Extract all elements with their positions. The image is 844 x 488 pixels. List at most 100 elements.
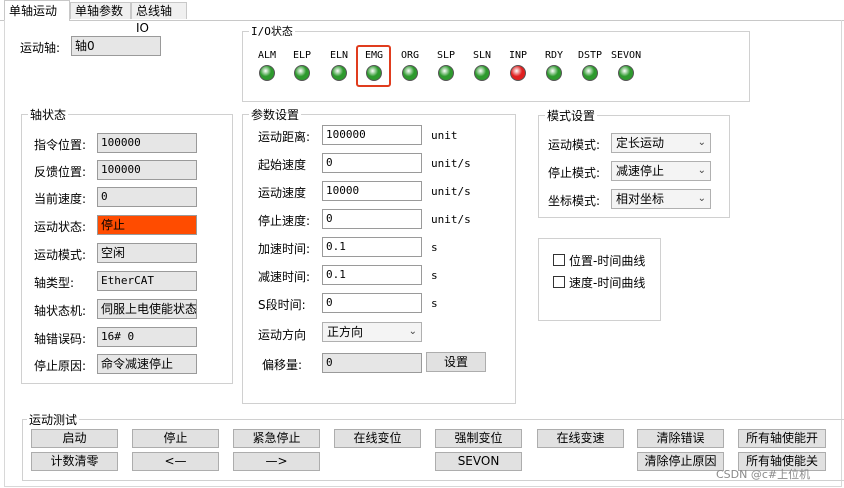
param-input-3[interactable]: 0: [322, 209, 422, 229]
curve-label-1: 速度-时间曲线: [569, 276, 646, 290]
motion-button-6[interactable]: 清除错误: [637, 429, 724, 448]
param-label-3: 停止速度:: [258, 214, 311, 228]
param-unit-5: s: [431, 269, 438, 282]
io-label-sln: SLN: [472, 50, 492, 61]
motion-button-7[interactable]: 所有轴使能开: [738, 429, 826, 448]
mode-label-2: 坐标模式:: [548, 194, 601, 208]
motion-button-2[interactable]: 紧急停止: [233, 429, 320, 448]
direction-value: 正方向: [327, 325, 364, 339]
io-status-group: I/O状态: [242, 23, 750, 102]
io-label-sevon: SEVON: [611, 50, 642, 61]
led-alm-icon: [259, 65, 275, 81]
io-label-dstp: DSTP: [577, 50, 603, 61]
mode-select-0[interactable]: 定长运动 ⌄: [611, 133, 711, 153]
param-label-0: 运动距离:: [258, 130, 311, 144]
param-unit-2: unit/s: [431, 185, 471, 198]
mode-label-0: 运动模式:: [548, 138, 601, 152]
io-label-eln: ELN: [329, 50, 349, 61]
axis-status-title: 轴状态: [28, 106, 69, 123]
param-input-5[interactable]: 0.1: [322, 265, 422, 285]
mode-settings-title: 模式设置: [545, 107, 598, 124]
io-label-alm: ALM: [257, 50, 277, 61]
led-eln-icon: [331, 65, 347, 81]
param-unit-6: s: [431, 297, 438, 310]
mode-label-1: 停止模式:: [548, 166, 601, 180]
led-elp-icon: [294, 65, 310, 81]
io-label-org: ORG: [400, 50, 420, 61]
offset-set-button[interactable]: 设置: [426, 352, 486, 372]
tab-bus-axis-io[interactable]: 总线轴IO: [131, 2, 187, 35]
axis-status-label-3: 运动状态:: [34, 220, 87, 234]
chevron-down-icon: ⌄: [697, 165, 706, 176]
led-sevon-icon: [618, 65, 634, 81]
motion-button-row2-3[interactable]: SEVON: [435, 452, 522, 471]
led-inp-icon: [510, 65, 526, 81]
mode-select-1[interactable]: 减速停止 ⌄: [611, 161, 711, 181]
axis-status-value-0: 100000: [97, 133, 197, 153]
param-label-2: 运动速度: [258, 186, 307, 200]
chevron-down-icon: ⌄: [697, 137, 706, 148]
axis-status-label-4: 运动模式:: [34, 248, 87, 262]
param-label-5: 减速时间:: [258, 270, 311, 284]
led-rdy-icon: [546, 65, 562, 81]
axis-status-value-7: 16# 0: [97, 327, 197, 347]
led-dstp-icon: [582, 65, 598, 81]
axis-status-label-6: 轴状态机:: [34, 304, 87, 318]
axis-status-value-8: 命令减速停止: [97, 354, 197, 374]
axis-select-label: 运动轴:: [20, 41, 61, 55]
axis-status-label-2: 当前速度:: [34, 192, 87, 206]
motion-button-row2-2[interactable]: —>: [233, 452, 320, 471]
motion-button-0[interactable]: 启动: [31, 429, 118, 448]
mode-select-2[interactable]: 相对坐标 ⌄: [611, 189, 711, 209]
params-title: 参数设置: [249, 106, 302, 123]
axis-status-value-4: 空闲: [97, 243, 197, 263]
param-input-1[interactable]: 0: [322, 153, 422, 173]
offset-field[interactable]: 0: [322, 353, 422, 373]
io-label-inp: INP: [508, 50, 528, 61]
param-input-4[interactable]: 0.1: [322, 237, 422, 257]
param-input-0[interactable]: 100000: [322, 125, 422, 145]
axis-status-label-7: 轴错误码:: [34, 332, 87, 346]
axis-select-field[interactable]: 轴0: [71, 36, 161, 56]
param-label-6: S段时间:: [258, 298, 306, 312]
chevron-down-icon: ⌄: [408, 326, 417, 337]
axis-status-label-8: 停止原因:: [34, 359, 87, 373]
param-label-1: 起始速度: [258, 158, 307, 172]
motion-button-row2-0[interactable]: 计数清零: [31, 452, 118, 471]
led-org-icon: [402, 65, 418, 81]
motion-button-3[interactable]: 在线变位: [334, 429, 421, 448]
curve-label-0: 位置-时间曲线: [569, 254, 646, 268]
watermark-text: CSDN @c#上位机: [716, 468, 811, 481]
io-label-elp: ELP: [292, 50, 312, 61]
param-input-6[interactable]: 0: [322, 293, 422, 313]
motion-button-1[interactable]: 停止: [132, 429, 219, 448]
mode-select-value-0: 定长运动: [616, 136, 665, 150]
param-unit-1: unit/s: [431, 157, 471, 170]
offset-label: 偏移量:: [262, 358, 303, 372]
chevron-down-icon: ⌄: [697, 193, 706, 204]
tab-single-axis-motion[interactable]: 单轴运动: [4, 0, 70, 21]
curve-checkbox-0[interactable]: [553, 254, 565, 266]
led-slp-icon: [438, 65, 454, 81]
motion-button-row2-4[interactable]: 清除停止原因: [637, 452, 724, 471]
direction-label: 运动方向: [258, 328, 307, 342]
io-label-rdy: RDY: [544, 50, 564, 61]
axis-status-label-0: 指令位置:: [34, 138, 87, 152]
io-status-title: I/O状态: [249, 23, 295, 39]
axis-status-value-5: EtherCAT: [97, 271, 197, 291]
curve-checkbox-1[interactable]: [553, 276, 565, 288]
param-input-2[interactable]: 10000: [322, 181, 422, 201]
tab-single-axis-params[interactable]: 单轴参数: [70, 2, 131, 19]
motion-button-4[interactable]: 强制变位: [435, 429, 522, 448]
direction-select[interactable]: 正方向 ⌄: [322, 322, 422, 342]
motion-button-row2-1[interactable]: <—: [132, 452, 219, 471]
tab-bar: 单轴运动 单轴参数 总线轴IO: [0, 0, 844, 35]
param-unit-0: unit: [431, 129, 458, 142]
motion-test-title: 运动测试: [27, 411, 80, 428]
axis-status-value-3: 停止: [97, 215, 197, 235]
param-label-4: 加速时间:: [258, 242, 311, 256]
axis-status-value-2: 0: [97, 187, 197, 207]
led-sln-icon: [474, 65, 490, 81]
motion-button-5[interactable]: 在线变速: [537, 429, 624, 448]
param-unit-4: s: [431, 241, 438, 254]
